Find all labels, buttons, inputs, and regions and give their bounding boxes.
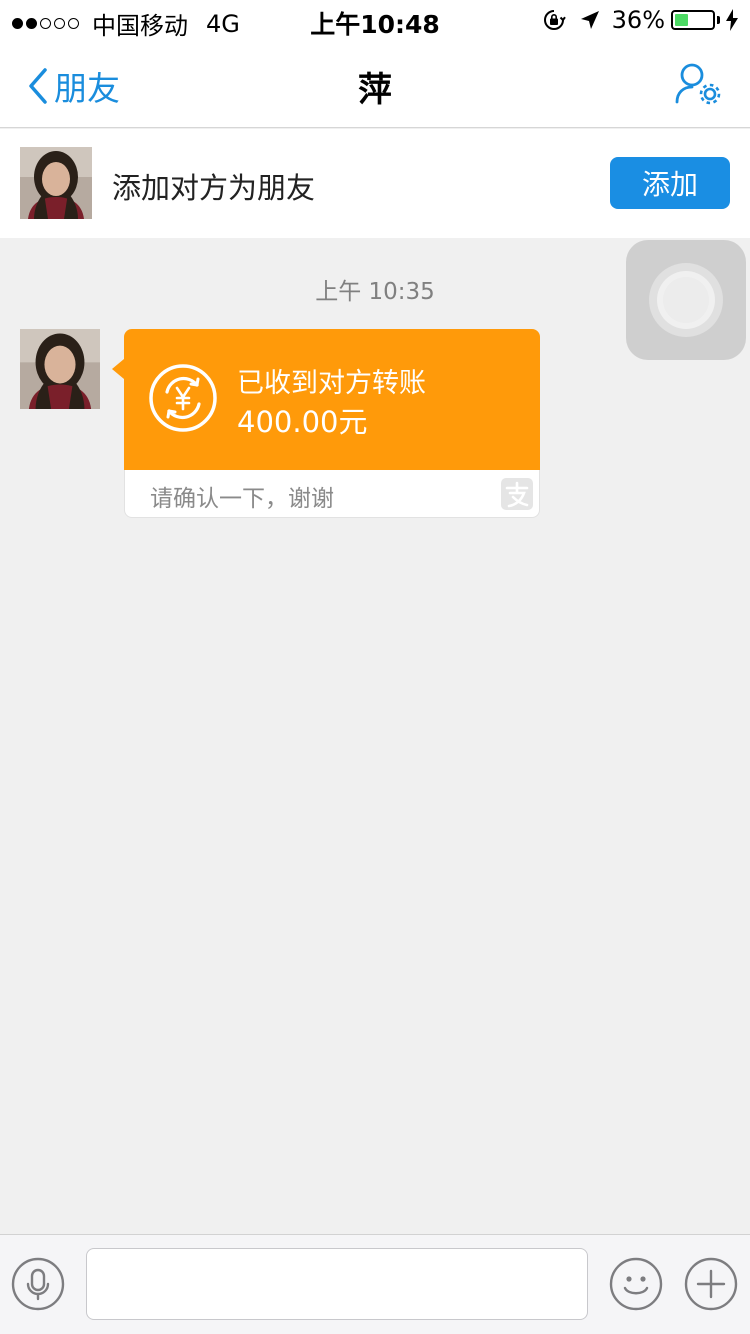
status-bar: 中国移动 4G 上午10:48 36% bbox=[0, 0, 750, 40]
transfer-amount: 400.00元 bbox=[237, 405, 368, 439]
sender-avatar[interactable] bbox=[20, 329, 100, 409]
emoji-button[interactable] bbox=[609, 1257, 663, 1315]
status-right: 36% bbox=[542, 6, 738, 34]
input-bar bbox=[0, 1234, 750, 1334]
user-settings-icon bbox=[675, 63, 721, 105]
back-button[interactable]: 朋友 bbox=[28, 62, 120, 110]
more-options-button[interactable] bbox=[684, 1257, 738, 1315]
transfer-yuan-icon bbox=[148, 363, 218, 437]
transfer-card-footer: 请确认一下，谢谢 bbox=[124, 470, 540, 518]
voice-input-button[interactable] bbox=[11, 1257, 65, 1315]
location-arrow-icon bbox=[580, 10, 600, 30]
add-friend-prompt: 添加对方为朋友 bbox=[112, 171, 316, 205]
nav-bar: 朋友 萍 bbox=[0, 40, 750, 128]
chevron-left-icon bbox=[29, 68, 47, 104]
back-button-label: 朋友 bbox=[54, 69, 120, 108]
message-input[interactable] bbox=[86, 1248, 588, 1320]
transfer-title: 已收到对方转账 bbox=[237, 368, 426, 399]
add-friend-banner: 添加对方为朋友 添加 bbox=[0, 129, 750, 238]
orientation-lock-icon bbox=[542, 8, 566, 32]
alipay-icon bbox=[501, 478, 533, 514]
battery-icon bbox=[671, 10, 715, 30]
add-friend-button[interactable]: 添加 bbox=[610, 157, 730, 209]
transfer-message-card[interactable]: 已收到对方转账 400.00元 请确认一下，谢谢 bbox=[112, 329, 540, 518]
emoji-icon bbox=[609, 1257, 663, 1311]
transfer-card-header: 已收到对方转账 400.00元 bbox=[124, 329, 540, 470]
plus-icon bbox=[684, 1257, 738, 1311]
charging-bolt-icon bbox=[726, 9, 738, 31]
avatar[interactable] bbox=[20, 147, 92, 219]
assistive-touch-button[interactable] bbox=[626, 240, 746, 360]
transfer-note: 请确认一下，谢谢 bbox=[150, 486, 334, 512]
user-settings-button[interactable] bbox=[674, 62, 722, 110]
microphone-icon bbox=[11, 1257, 65, 1311]
battery-percent: 36% bbox=[611, 6, 665, 34]
chat-area[interactable]: 上午 10:35 已收到对方转账 400.00元 请确认一下，谢谢 bbox=[0, 238, 750, 1234]
